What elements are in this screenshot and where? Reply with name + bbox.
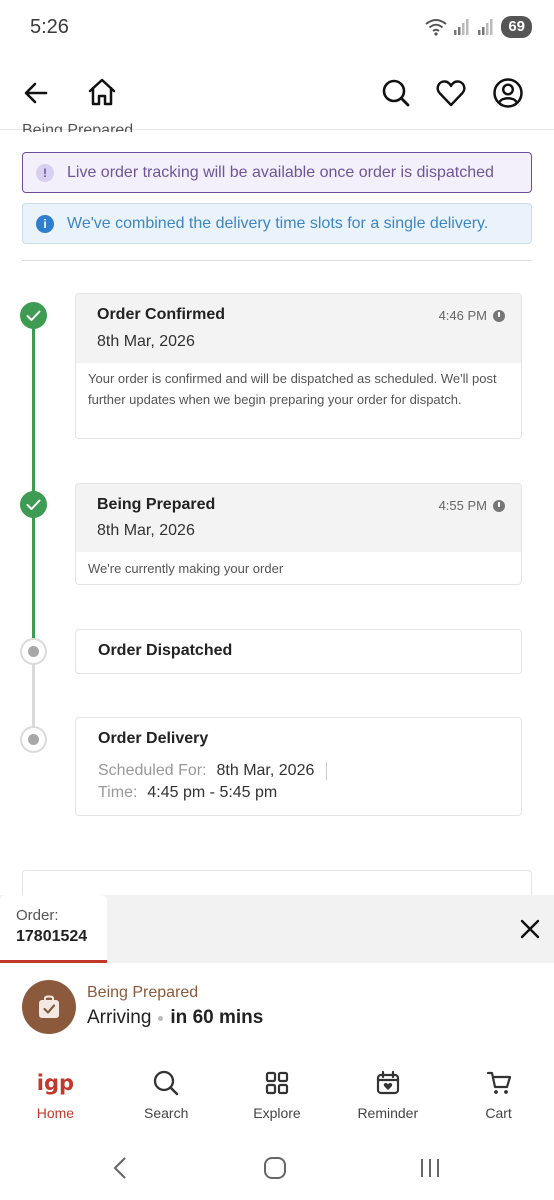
scheduled-label: Scheduled For: <box>98 762 207 779</box>
nav-reminder[interactable]: Reminder <box>332 1055 443 1135</box>
timeline-line-complete <box>32 504 35 651</box>
nav-cart[interactable]: Cart <box>443 1055 554 1135</box>
time-slot: 4:45 pm - 5:45 pm <box>147 784 278 801</box>
close-sheet-button[interactable] <box>512 911 548 947</box>
clock-icon <box>493 309 505 322</box>
nav-label: Search <box>144 1105 189 1121</box>
live-tracking-text: Live order tracking will be available on… <box>67 163 494 181</box>
system-navigation-bar <box>0 1135 554 1200</box>
close-icon <box>520 919 540 939</box>
divider <box>22 260 532 261</box>
check-icon <box>26 310 41 321</box>
order-tab[interactable]: Order: 17801524 <box>0 895 107 963</box>
timeline-card-dispatched: Order Dispatched <box>75 629 522 674</box>
package-check-icon <box>39 995 59 1018</box>
section-heading: Being Prepared <box>22 122 134 132</box>
cart-icon <box>486 1071 511 1094</box>
home-circle-icon <box>264 1157 286 1179</box>
grid-icon <box>265 1071 289 1095</box>
time-label: Time: <box>98 784 138 801</box>
step-description: Your order is confirmed and will be disp… <box>88 371 497 407</box>
status-bar-icons: 69 <box>425 16 532 38</box>
sheet-tab-bar: Order: 17801524 <box>0 895 554 963</box>
account-button[interactable] <box>489 74 527 112</box>
nav-label: Explore <box>253 1105 301 1121</box>
wishlist-button[interactable] <box>432 74 470 112</box>
step-title: Being Prepared <box>97 496 216 513</box>
igp-logo-icon: igp <box>36 1071 75 1095</box>
nav-search[interactable]: Search <box>111 1055 222 1135</box>
timeline-card-delivery: Order Delivery Scheduled For: 8th Mar, 2… <box>75 717 522 816</box>
step-complete-icon <box>20 302 47 329</box>
top-app-bar <box>0 60 554 130</box>
step-time-text: 4:46 PM <box>438 308 487 323</box>
time-row: Time: 4:45 pm - 5:45 pm <box>98 784 277 802</box>
clock-icon <box>493 499 505 512</box>
system-back-button[interactable] <box>103 1151 137 1185</box>
order-number: 17801524 <box>16 928 88 945</box>
heart-icon <box>436 80 466 107</box>
search-icon <box>382 79 410 107</box>
step-time-text: 4:55 PM <box>438 498 487 513</box>
wifi-icon <box>425 19 447 36</box>
back-arrow-icon <box>24 82 48 104</box>
timeline-card-prepared: Being Prepared 8th Mar, 2026 4:55 PM We'… <box>75 483 522 585</box>
status-bar-time: 5:26 <box>30 16 69 38</box>
dot-separator <box>158 1015 164 1021</box>
home-icon <box>88 78 116 106</box>
timeline-card-confirmed: Order Confirmed 8th Mar, 2026 4:46 PM Yo… <box>75 293 522 439</box>
nav-explore[interactable]: Explore <box>222 1055 333 1135</box>
nav-label: Cart <box>485 1105 512 1121</box>
step-description: We're currently making your order <box>88 561 284 576</box>
order-label: Order: <box>16 907 59 924</box>
nav-home[interactable]: igp Home <box>0 1055 111 1135</box>
live-tracking-banner: ! Live order tracking will be available … <box>22 152 532 193</box>
system-home-button[interactable] <box>258 1151 292 1185</box>
search-icon <box>154 1070 179 1096</box>
check-icon <box>26 499 41 510</box>
arrival-eta: in 60 mins <box>170 1007 264 1028</box>
step-pending-icon <box>20 638 47 665</box>
home-button[interactable] <box>82 72 122 112</box>
order-status-avatar <box>22 980 76 1034</box>
info-icon: i <box>36 214 54 233</box>
step-title: Order Confirmed <box>97 306 226 323</box>
calendar-heart-icon <box>376 1070 399 1095</box>
back-button[interactable] <box>18 75 54 111</box>
scheduled-row: Scheduled For: 8th Mar, 2026 <box>98 762 328 780</box>
system-recents-button[interactable] <box>413 1151 447 1185</box>
recents-icon <box>421 1159 439 1177</box>
step-title: Order Delivery <box>98 730 209 747</box>
chevron-left-icon <box>113 1157 126 1179</box>
step-date: 8th Mar, 2026 <box>97 522 195 539</box>
signal-icon <box>454 19 469 35</box>
alert-icon: ! <box>36 163 54 182</box>
combined-slots-text: We've combined the delivery time slots f… <box>67 214 489 232</box>
step-time: 4:55 PM <box>439 498 505 513</box>
order-status-text: Being Prepared <box>87 984 199 1001</box>
order-status-sheet[interactable]: Order: 17801524 Being Prepared Arriving … <box>0 895 554 1055</box>
step-pending-icon <box>20 726 47 753</box>
bottom-navigation: igp Home Search Explore Reminder Cart <box>0 1055 554 1135</box>
search-button[interactable] <box>377 74 415 112</box>
step-complete-icon <box>20 491 47 518</box>
step-date: 8th Mar, 2026 <box>97 333 195 350</box>
step-time: 4:46 PM <box>439 308 505 323</box>
signal-roaming-icon <box>478 19 493 35</box>
combined-slots-banner: i We've combined the delivery time slots… <box>22 203 532 244</box>
step-title: Order Dispatched <box>98 642 233 659</box>
user-icon <box>493 78 523 108</box>
arrival-row: Arriving in 60 mins <box>87 1007 263 1029</box>
nav-label: Home <box>36 1105 75 1121</box>
battery-indicator: 69 <box>501 16 532 38</box>
timeline-line-complete <box>32 316 35 504</box>
nav-label: Reminder <box>357 1105 419 1121</box>
scheduled-date: 8th Mar, 2026 <box>217 762 328 780</box>
arriving-label: Arriving <box>87 1007 152 1028</box>
